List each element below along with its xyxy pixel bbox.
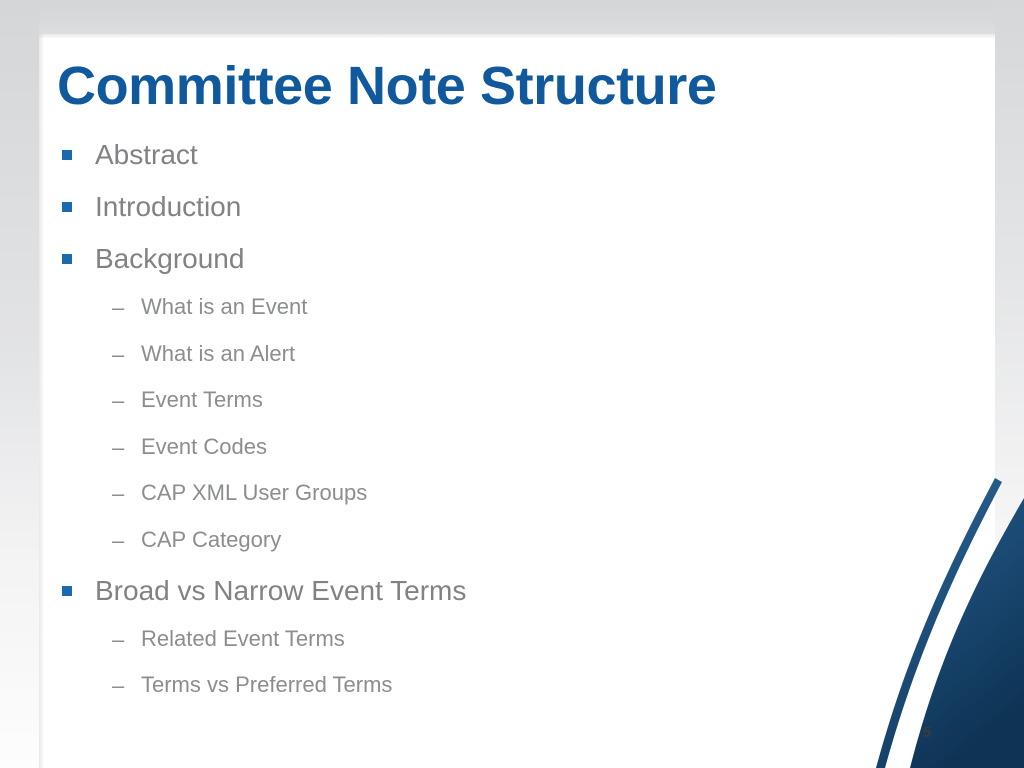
dash-bullet-icon: –	[112, 295, 125, 320]
slide-frame-right-border	[995, 0, 1024, 768]
outline-item-label: Related Event Terms	[141, 625, 345, 651]
outline-item-level-1: Background	[57, 241, 937, 293]
outline-item-label: CAP Category	[141, 526, 282, 552]
outline-item-label: Event Codes	[141, 433, 267, 459]
dash-bullet-icon: –	[112, 481, 125, 507]
presentation-slide: Committee Note Structure Abstract Introdu…	[0, 0, 1024, 768]
outline-item-level-2: – CAP XML User Groups	[57, 479, 937, 526]
slide-title: Committee Note Structure	[57, 56, 717, 116]
outline-item-level-1: Broad vs Narrow Event Terms	[57, 573, 937, 625]
square-bullet-icon	[62, 254, 72, 264]
dash-bullet-icon: –	[112, 434, 125, 460]
outline-item-level-2: – Event Codes	[57, 433, 937, 480]
outline-item-level-2: – What is an Alert	[57, 340, 937, 387]
square-bullet-icon	[62, 150, 72, 160]
dash-bullet-icon: –	[112, 341, 125, 367]
slide-outline-list: Abstract Introduction Background – What is a…	[57, 137, 937, 718]
slide-frame-left-border	[0, 0, 39, 768]
panel-edge-shadow-left	[39, 34, 44, 768]
outline-item-label: What is an Event	[141, 294, 308, 319]
square-bullet-icon	[62, 202, 72, 212]
outline-item-label: Abstract	[95, 139, 198, 170]
page-number: 5	[922, 724, 932, 741]
outline-item-level-1: Abstract	[57, 137, 937, 189]
outline-item-label: Event Terms	[141, 387, 263, 413]
outline-item-label: Introduction	[95, 191, 242, 222]
outline-item-label: Terms vs Preferred Terms	[141, 672, 393, 698]
outline-item-level-2: – What is an Event	[57, 293, 937, 340]
square-bullet-icon	[62, 585, 72, 596]
dash-bullet-icon: –	[112, 626, 125, 652]
dash-bullet-icon: –	[112, 388, 125, 414]
dash-bullet-icon: –	[112, 527, 125, 553]
outline-item-label: CAP XML User Groups	[141, 480, 368, 506]
outline-item-level-1: Introduction	[57, 189, 937, 241]
dash-bullet-icon: –	[112, 673, 125, 699]
outline-item-label: Broad vs Narrow Event Terms	[95, 574, 467, 606]
outline-item-level-2: – Terms vs Preferred Terms	[57, 671, 937, 718]
slide-frame-top-border	[0, 0, 1024, 34]
outline-item-level-2: – CAP Category	[57, 526, 937, 573]
outline-item-level-2: – Related Event Terms	[57, 625, 937, 672]
panel-edge-shadow-top	[39, 34, 995, 39]
outline-item-label: Background	[95, 243, 245, 274]
outline-item-level-2: – Event Terms	[57, 386, 937, 433]
outline-item-label: What is an Alert	[141, 340, 296, 366]
